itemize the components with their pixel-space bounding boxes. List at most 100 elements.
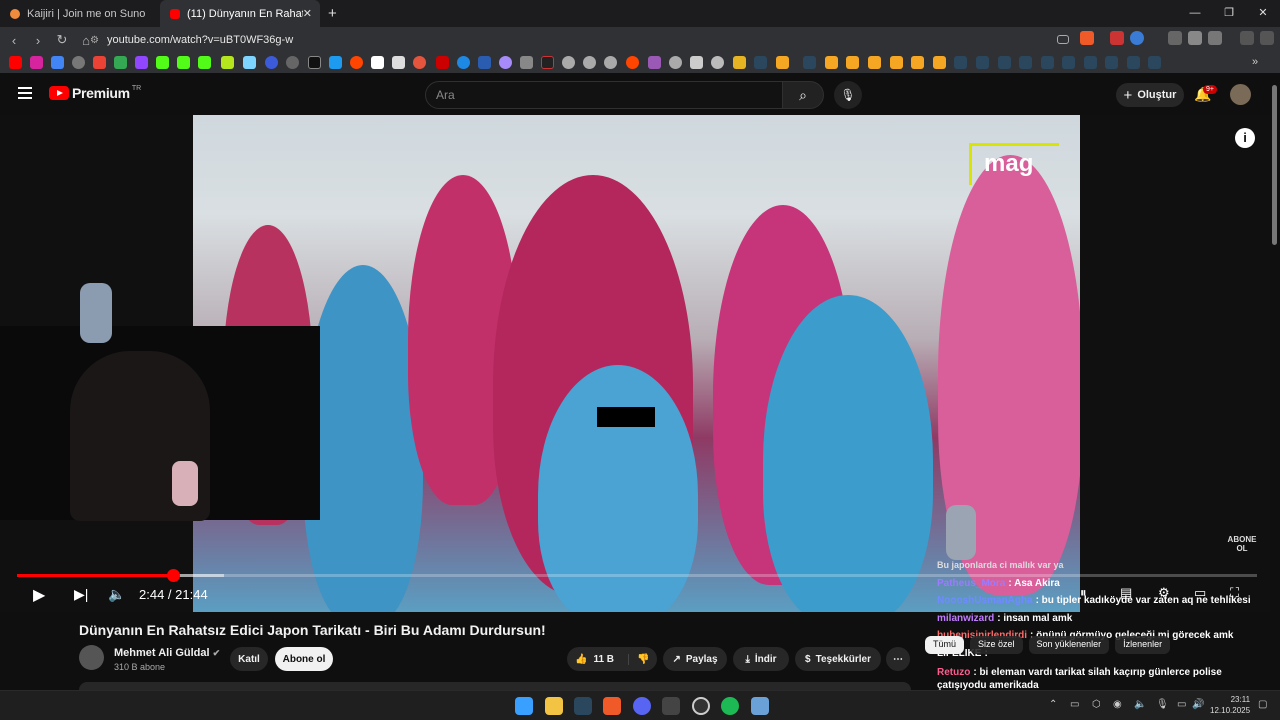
bookmark-steam-icon[interactable]: [998, 56, 1011, 69]
brave-shield-icon[interactable]: [1080, 31, 1094, 45]
windows-start-icon[interactable]: [515, 697, 533, 715]
description-box[interactable]: [79, 682, 911, 690]
microphone-tray-icon[interactable]: 🎙: [1156, 699, 1169, 710]
dislike-icon[interactable]: 👎: [628, 653, 649, 665]
bookmark-icon[interactable]: [604, 56, 617, 69]
tray-chevron-icon[interactable]: ⌃: [1049, 699, 1057, 710]
bookmark-icon[interactable]: [350, 56, 363, 69]
bookmark-icon[interactable]: [711, 56, 724, 69]
join-button[interactable]: Katıl: [230, 647, 268, 671]
bookmark-icon[interactable]: [499, 56, 512, 69]
bookmark-icon[interactable]: [520, 56, 533, 69]
bookmark-icon[interactable]: [541, 56, 554, 69]
menu-icon[interactable]: [1260, 31, 1274, 45]
bookmark-icon[interactable]: [93, 56, 106, 69]
app-icon[interactable]: [662, 697, 680, 715]
minimize-icon[interactable]: —: [1178, 0, 1212, 27]
video-player[interactable]: mag i ABONE OL ▶ ▶| 🔈 2:44 / 21:44 ⏸ ▤ ⚙…: [0, 115, 1270, 612]
system-clock[interactable]: 23:11 12.10.2025: [1210, 694, 1250, 716]
file-explorer-icon[interactable]: [545, 697, 563, 715]
bookmark-icon[interactable]: [371, 56, 384, 69]
bookmark-icon[interactable]: [648, 56, 661, 69]
thanks-button[interactable]: $ Teşekkürler: [795, 647, 881, 671]
volume-tray-icon[interactable]: 🔈: [1134, 699, 1146, 710]
discord-icon[interactable]: [633, 697, 651, 715]
bookmark-instagram-icon[interactable]: [30, 56, 43, 69]
bookmark-youtube-icon[interactable]: [9, 56, 22, 69]
bookmark-steam-icon[interactable]: [1105, 56, 1118, 69]
bookmark-icon[interactable]: [868, 56, 881, 69]
bookmark-reddit-icon[interactable]: [626, 56, 639, 69]
obs-icon[interactable]: [692, 697, 710, 715]
account-avatar[interactable]: [1230, 84, 1251, 105]
bookmark-icon[interactable]: [457, 56, 470, 69]
bookmark-icon[interactable]: [72, 56, 85, 69]
bookmark-steam-icon[interactable]: [754, 56, 767, 69]
channel-avatar[interactable]: [79, 645, 104, 670]
page-scrollbar[interactable]: [1272, 85, 1277, 245]
bookmark-icon[interactable]: [690, 56, 703, 69]
bookmark-icon[interactable]: [562, 56, 575, 69]
channel-name[interactable]: Mehmet Ali Güldal ✔: [114, 647, 220, 659]
bookmark-icon[interactable]: [846, 56, 859, 69]
search-input[interactable]: Ara: [425, 81, 783, 109]
bookmark-icon[interactable]: [265, 56, 278, 69]
close-tab-icon[interactable]: ✕: [303, 7, 312, 20]
bookmark-kick-icon[interactable]: [177, 56, 190, 69]
maximize-icon[interactable]: ❐: [1212, 0, 1246, 27]
bookmark-icon[interactable]: [776, 56, 789, 69]
bookmark-steam-icon[interactable]: [1062, 56, 1075, 69]
notification-center-icon[interactable]: ▢: [1258, 699, 1267, 710]
bookmark-icon[interactable]: [243, 56, 256, 69]
extension-icon[interactable]: [1188, 31, 1202, 45]
tray-icon[interactable]: ⬡: [1092, 699, 1101, 710]
bookmark-icon[interactable]: [583, 56, 596, 69]
tab-youtube[interactable]: (11) Dünyanın En Rahatsız Edici Ja ✕: [160, 0, 320, 27]
speaker-icon[interactable]: 🔊: [1192, 699, 1204, 710]
close-window-icon[interactable]: ✕: [1246, 0, 1280, 27]
share-button[interactable]: ↗ Paylaş: [663, 647, 727, 671]
next-icon[interactable]: ▶|: [74, 586, 88, 603]
chip-all[interactable]: Tümü: [925, 636, 965, 654]
puzzle-icon[interactable]: [1208, 31, 1222, 45]
download-button[interactable]: ⤓ İndir: [733, 647, 789, 671]
bookmark-icon[interactable]: [436, 56, 449, 69]
bookmark-kick-icon[interactable]: [198, 56, 211, 69]
bookmark-steam-icon[interactable]: [1148, 56, 1161, 69]
network-icon[interactable]: ▭: [1177, 699, 1186, 710]
new-tab-button[interactable]: +: [328, 5, 337, 22]
info-icon[interactable]: i: [1235, 128, 1255, 148]
forward-icon[interactable]: ›: [28, 33, 48, 48]
progress-scrubber[interactable]: [167, 569, 181, 582]
bookmark-steam-icon[interactable]: [976, 56, 989, 69]
tab-suno[interactable]: Kaijiri | Join me on Suno: [0, 0, 160, 27]
volume-icon[interactable]: 🔈: [108, 586, 125, 603]
bookmark-icon[interactable]: [221, 56, 234, 69]
bookmark-x-icon[interactable]: [308, 56, 321, 69]
chip-watched[interactable]: İzlenenler: [1115, 636, 1171, 654]
music-icon[interactable]: [1240, 31, 1254, 45]
bookmark-steam-icon[interactable]: [1041, 56, 1054, 69]
bookmark-steam-icon[interactable]: [954, 56, 967, 69]
bookmark-icon[interactable]: [478, 56, 491, 69]
more-actions-button[interactable]: ⋯: [886, 647, 910, 671]
extension-icon[interactable]: [1110, 31, 1124, 45]
bookmark-icon[interactable]: [911, 56, 924, 69]
bookmark-icon[interactable]: [329, 56, 342, 69]
play-icon[interactable]: ▶: [33, 585, 45, 605]
bookmark-steam-icon[interactable]: [1084, 56, 1097, 69]
back-icon[interactable]: ‹: [4, 33, 24, 48]
bookmark-icon[interactable]: [51, 56, 64, 69]
brave-browser-icon[interactable]: [603, 697, 621, 715]
voice-search-button[interactable]: 🎙: [834, 81, 862, 109]
reload-icon[interactable]: ↻: [52, 32, 72, 48]
chip-recently-uploaded[interactable]: Son yüklenenler: [1028, 636, 1110, 654]
bookmark-drive-icon[interactable]: [114, 56, 127, 69]
bookmark-icon[interactable]: [392, 56, 405, 69]
bookmark-icon[interactable]: [413, 56, 426, 69]
steam-icon[interactable]: [574, 697, 592, 715]
youtube-premium-logo[interactable]: Premium TR: [49, 85, 141, 101]
spotify-icon[interactable]: [721, 697, 739, 715]
extension-icon[interactable]: [1168, 31, 1182, 45]
hamburger-menu-icon[interactable]: [18, 87, 32, 99]
